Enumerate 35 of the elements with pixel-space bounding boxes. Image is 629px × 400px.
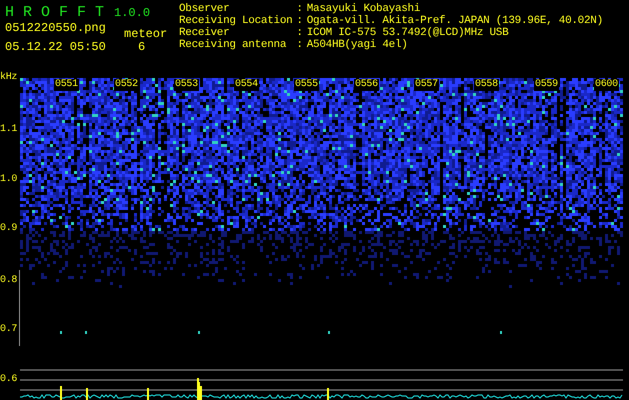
- time-label: 0554: [234, 79, 259, 91]
- date-time: 05.12.22 05:50: [5, 39, 106, 56]
- time-label: 0555: [294, 79, 319, 91]
- station-value: Masayuki Kobayashi: [306, 3, 422, 15]
- axis-unit: kHz: [0, 72, 18, 84]
- frequency-label: 1.0: [0, 174, 18, 186]
- separator: :: [296, 39, 303, 51]
- separator: :: [296, 27, 303, 39]
- frequency-label: 1.1: [0, 124, 18, 136]
- frequency-label: 0.6: [0, 374, 18, 386]
- time-label: 0557: [414, 79, 439, 91]
- version-label: 1.0.0: [114, 5, 150, 22]
- meteor-count: 6: [138, 39, 146, 56]
- station-label: Receiving antenna: [179, 39, 288, 51]
- time-label: 0552: [114, 79, 139, 91]
- frequency-label: 0.7: [0, 324, 18, 336]
- station-value: Ogata-vill. Akita-Pref. JAPAN (139.96E, 40.02N): [306, 15, 603, 27]
- time-label: 0559: [534, 79, 559, 91]
- time-label: 0551: [54, 79, 79, 91]
- file-name: 0512220550.png: [5, 20, 106, 37]
- meteor-label: meteor: [124, 26, 168, 42]
- separator: :: [296, 3, 303, 15]
- station-value: ICOM IC-575 53.7492(@LCD)MHz USB: [306, 27, 510, 39]
- frequency-label: 0.9: [0, 223, 18, 235]
- app-title: H R O F F T: [5, 3, 104, 23]
- time-label: 0556: [354, 79, 379, 91]
- station-value: A504HB(yagi 4el): [306, 39, 409, 51]
- time-label: 0553: [174, 79, 199, 91]
- time-label: 0600: [594, 79, 619, 91]
- station-label: Observer: [179, 3, 230, 15]
- frequency-label: 0.8: [0, 275, 18, 287]
- station-label: Receiver: [179, 27, 230, 39]
- station-label: Receiving Location: [179, 15, 292, 27]
- separator: :: [296, 15, 303, 27]
- time-label: 0558: [474, 79, 499, 91]
